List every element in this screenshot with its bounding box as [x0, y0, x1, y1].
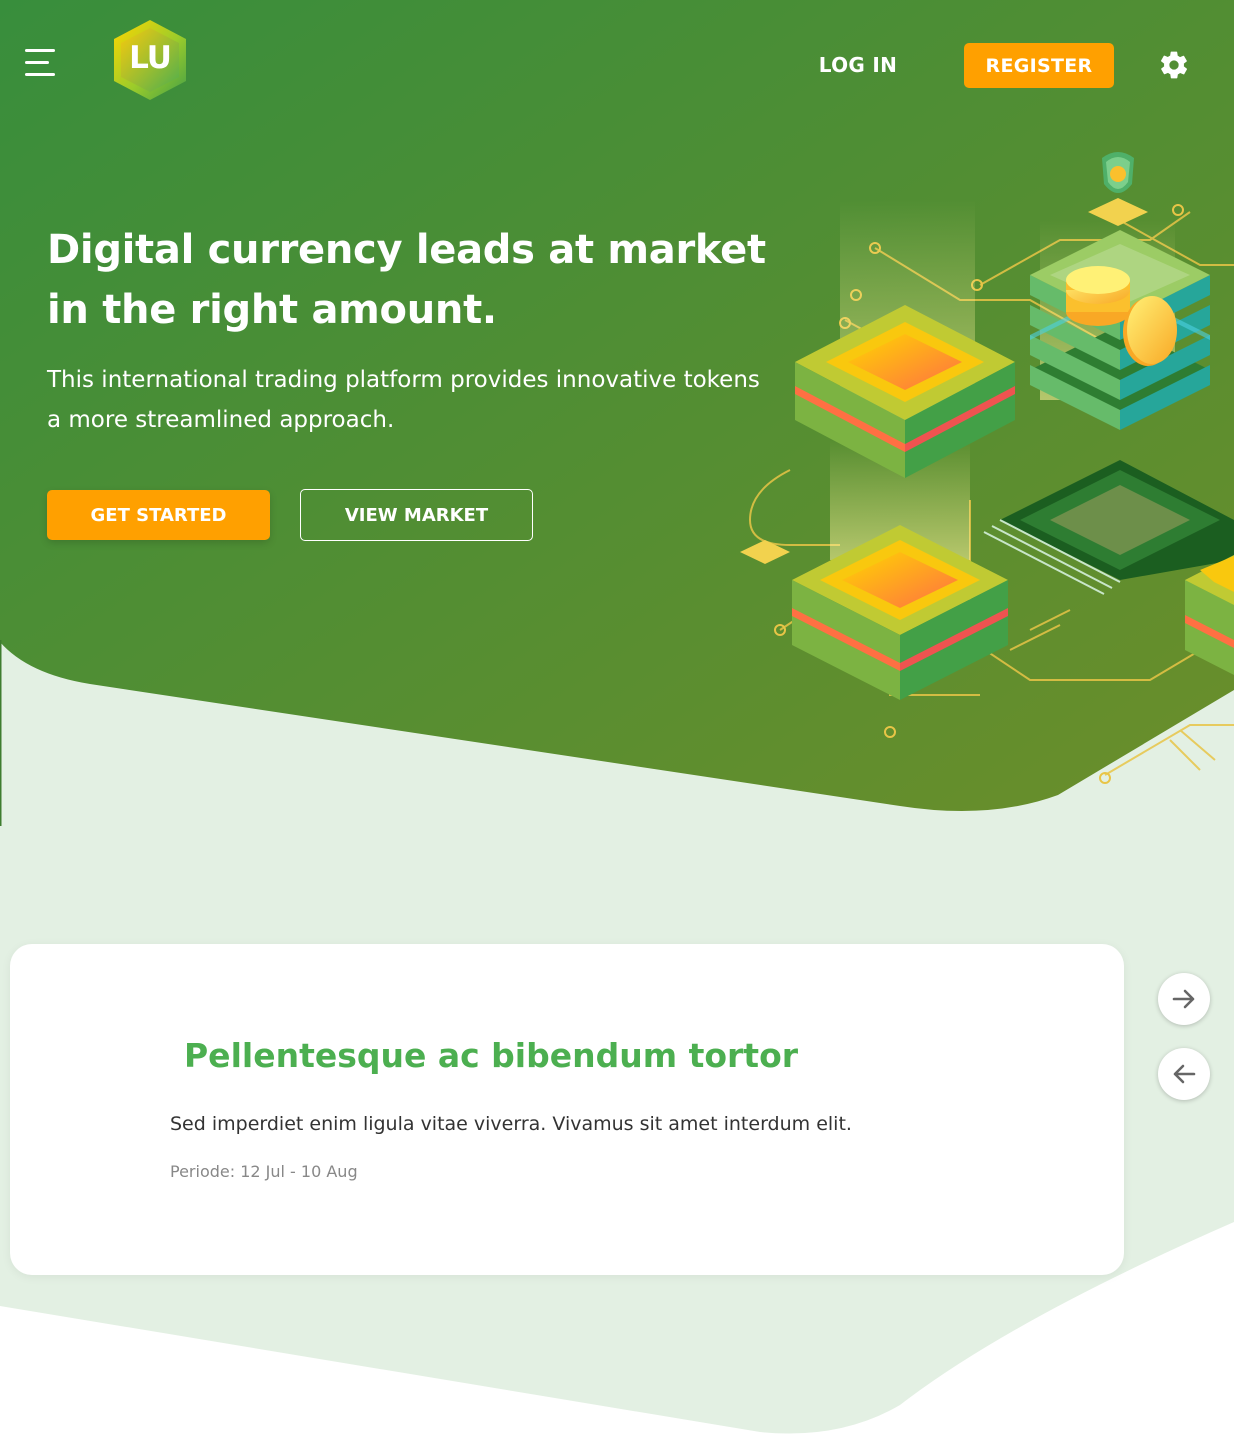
view-market-button[interactable]: VIEW MARKET	[300, 489, 533, 541]
register-button[interactable]: REGISTER	[964, 43, 1114, 88]
period-value: 12 Jul - 10 Aug	[240, 1162, 358, 1181]
card-title: Pellentesque ac bibendum tortor	[184, 1036, 799, 1075]
hamburger-icon-bar-top	[25, 49, 55, 52]
hero-title: Digital currency leads at market in the …	[47, 227, 766, 333]
hamburger-icon-bar-middle	[25, 61, 49, 64]
carousel-prev-button[interactable]	[1158, 1048, 1210, 1100]
card-description: Sed imperdiet enim ligula vitae viverra.…	[170, 1113, 852, 1135]
gear-icon	[1160, 51, 1188, 79]
logo-text: LU	[129, 40, 172, 76]
menu-button[interactable]	[22, 46, 58, 80]
logo[interactable]: LU	[110, 18, 190, 102]
get-started-button[interactable]: GET STARTED	[47, 490, 270, 540]
arrow-right-icon	[1172, 989, 1195, 1009]
carousel-next-button[interactable]	[1158, 973, 1210, 1025]
hero-subtitle: This international trading platform prov…	[47, 367, 760, 433]
period-label: Periode:	[170, 1162, 236, 1181]
login-link[interactable]: LOG IN	[808, 48, 908, 82]
settings-button[interactable]	[1158, 49, 1190, 81]
arrow-left-icon	[1173, 1064, 1196, 1084]
crypto-circuit-illustration	[740, 152, 1234, 784]
promo-card[interactable]: Pellentesque ac bibendum tortor Sed impe…	[10, 944, 1124, 1275]
card-period: Periode: 12 Jul - 10 Aug	[170, 1160, 770, 1184]
hamburger-icon-bar-bottom	[25, 73, 55, 76]
